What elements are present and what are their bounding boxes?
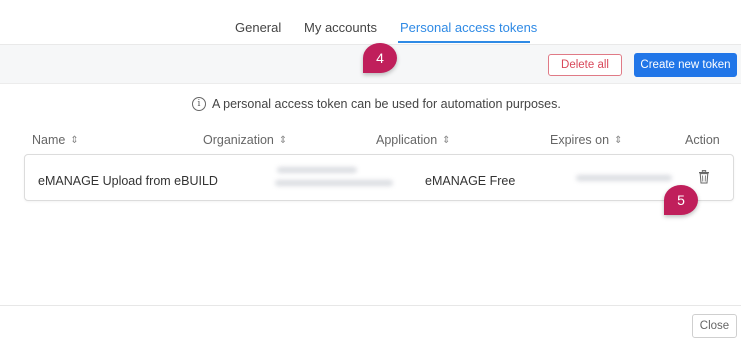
close-button[interactable]: Close <box>692 314 737 338</box>
sort-icon[interactable]: ⇕ <box>279 135 287 146</box>
trash-icon[interactable] <box>698 170 710 184</box>
tab-personal-access-tokens[interactable]: Personal access tokens <box>400 20 537 35</box>
column-header-name[interactable]: Name ⇕ <box>32 133 79 147</box>
sort-icon[interactable]: ⇕ <box>442 135 450 146</box>
tab-general[interactable]: General <box>235 20 281 35</box>
column-header-expires-on[interactable]: Expires on ⇕ <box>550 133 622 147</box>
token-name: eMANAGE Upload from eBUILD <box>38 174 218 188</box>
tab-my-accounts[interactable]: My accounts <box>304 20 377 35</box>
annotation-callout-5: 5 <box>664 185 698 215</box>
info-text: A personal access token can be used for … <box>212 97 561 111</box>
create-new-token-button[interactable]: Create new token <box>634 53 737 77</box>
organization-redacted <box>275 180 393 186</box>
column-header-action: Action <box>685 133 720 147</box>
sort-icon[interactable]: ⇕ <box>614 135 622 146</box>
column-header-application[interactable]: Application ⇕ <box>376 133 451 147</box>
expires-on-redacted <box>576 175 672 181</box>
annotation-callout-4: 4 <box>363 43 397 73</box>
delete-all-button[interactable]: Delete all <box>548 54 622 76</box>
footer-divider <box>0 305 741 306</box>
sort-icon[interactable]: ⇕ <box>70 135 78 146</box>
active-tab-indicator <box>398 41 530 43</box>
token-application: eMANAGE Free <box>425 174 516 188</box>
organization-redacted <box>277 167 357 173</box>
column-header-organization[interactable]: Organization ⇕ <box>203 133 287 147</box>
info-message: i A personal access token can be used fo… <box>192 97 561 111</box>
info-icon: i <box>192 97 206 111</box>
